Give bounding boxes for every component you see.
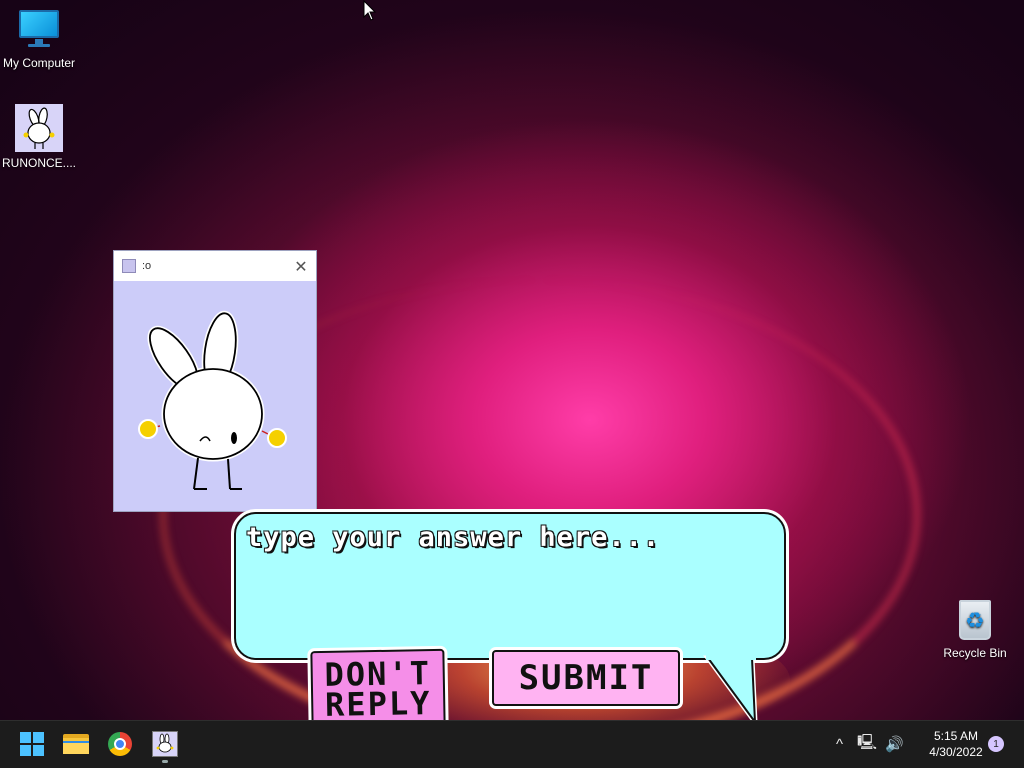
bunny-app-window[interactable]: :o ✕ <box>113 250 317 512</box>
dont-reply-button[interactable]: DON'T REPLY <box>310 648 446 730</box>
submit-button[interactable]: SUBMIT <box>492 650 680 706</box>
bunny-character-image <box>138 310 287 490</box>
start-button[interactable] <box>12 724 52 764</box>
window-title: :o <box>142 260 152 272</box>
start-icon <box>20 732 44 756</box>
volume-icon[interactable]: 🔊 <box>885 735 904 753</box>
bunny-app-icon <box>152 731 178 757</box>
window-titlebar[interactable]: :o ✕ <box>114 251 316 281</box>
chrome-icon <box>108 732 132 756</box>
desktop-icon-my-computer[interactable]: My Computer <box>0 8 78 70</box>
desktop-icon-runonce[interactable]: RUNONCE.... <box>0 104 78 170</box>
active-app-indicator <box>162 760 168 763</box>
bunny-app-icon <box>122 259 136 273</box>
taskbar-bunny-app[interactable] <box>145 724 185 764</box>
system-tray: ^ 🖳 🔊 <box>836 720 904 768</box>
bunny-app-icon <box>15 104 63 152</box>
speech-bubble-tail <box>703 652 758 726</box>
file-explorer-icon <box>63 734 89 754</box>
close-icon[interactable]: ✕ <box>286 257 316 276</box>
desktop-icon-label: RUNONCE.... <box>1 156 76 170</box>
desktop-icon-label: My Computer <box>2 56 76 70</box>
notification-badge[interactable]: 1 <box>988 736 1004 752</box>
chevron-up-icon[interactable]: ^ <box>836 736 843 753</box>
monitor-icon <box>17 8 61 52</box>
taskbar-file-explorer[interactable] <box>56 724 96 764</box>
desktop-icon-recycle-bin[interactable]: Recycle Bin <box>936 598 1014 660</box>
desktop-icon-label: Recycle Bin <box>943 646 1007 660</box>
network-icon[interactable]: 🖳 <box>857 732 877 757</box>
answer-speech-bubble <box>234 512 786 660</box>
mouse-cursor-icon <box>363 0 377 21</box>
taskbar-chrome[interactable] <box>100 724 140 764</box>
answer-input[interactable] <box>246 522 776 650</box>
recycle-bin-icon <box>953 598 997 642</box>
